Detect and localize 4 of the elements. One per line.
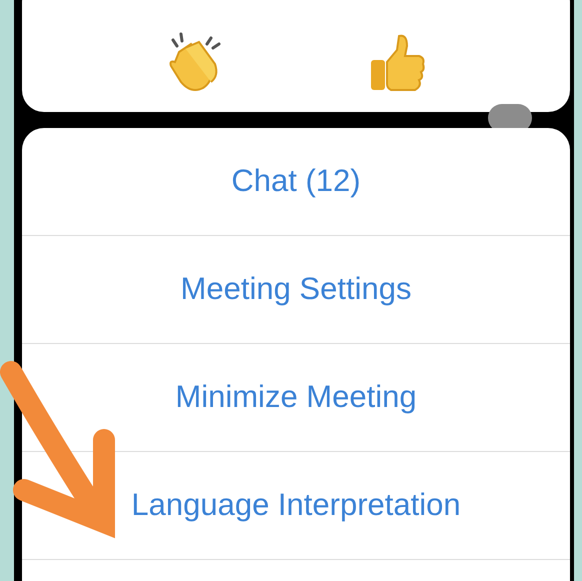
menu-item[interactable]: Meeting Settings	[180, 266, 412, 313]
menu-item[interactable]: Minimize Meeting	[175, 374, 417, 421]
menu-item[interactable]: Chat (12)	[231, 158, 361, 205]
menu-item[interactable]: Language Interpretation	[131, 482, 461, 529]
